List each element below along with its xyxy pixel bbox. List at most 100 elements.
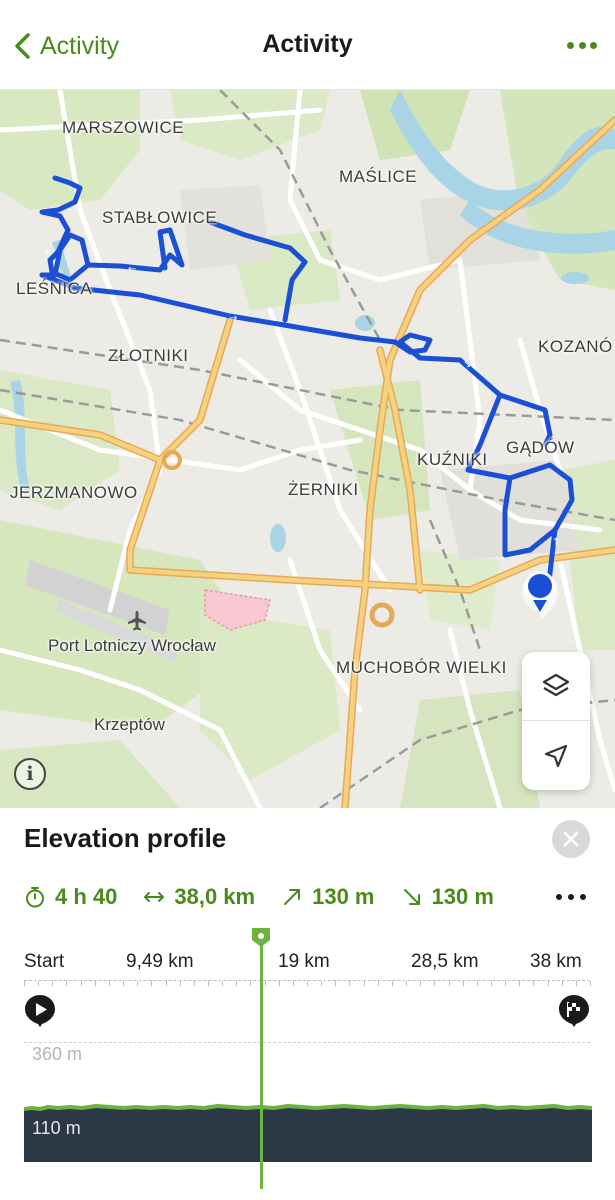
stat-distance: 38,0 km: [143, 884, 255, 910]
descent-value: 130 m: [431, 884, 494, 909]
map-label: Port Lotniczy Wrocław: [48, 636, 216, 655]
map-label: MARSZOWICE: [62, 118, 185, 137]
elevation-panel: Elevation profile 4 h 40 38,0 km 130 m 1…: [0, 808, 615, 1200]
duration-value: 4 h 40: [55, 884, 118, 909]
profile-cursor-line: [260, 934, 263, 1189]
axis-tick: [250, 981, 252, 986]
axis-tick: [505, 981, 507, 986]
axis-tick: [377, 981, 379, 986]
map-label: JERZMANOWO: [10, 483, 138, 502]
more-options-button[interactable]: [567, 34, 597, 56]
stat-ascent: 130 m: [281, 884, 375, 910]
ascent-arrow-icon: [284, 889, 301, 905]
axis-tick: [123, 981, 125, 986]
map-label: KOZANÓ: [538, 337, 613, 356]
axis-tick: [236, 981, 238, 986]
axis-tick: [292, 981, 294, 986]
map-label: ZŁOTNIKI: [108, 346, 189, 365]
axis-tick: [406, 981, 408, 986]
airplane-icon: [128, 611, 146, 631]
page-title: Activity: [262, 30, 353, 58]
info-icon[interactable]: i: [14, 758, 46, 790]
axis-tick: [307, 981, 308, 986]
axis-tick: [349, 981, 351, 986]
axis-tick: [547, 981, 549, 986]
distance-value: 38,0 km: [174, 884, 256, 909]
profile-cursor-handle[interactable]: [250, 926, 272, 948]
start-flag-icon: [25, 995, 55, 1027]
close-button[interactable]: [552, 820, 590, 858]
stopwatch-icon: [26, 887, 44, 908]
axis-tick: [321, 981, 323, 986]
axis-tick: [207, 981, 209, 986]
axis-tick: [519, 981, 521, 986]
distance-axis: Start 9,49 km 19 km 28,5 km 38 km: [24, 951, 592, 977]
elevation-gridline: [24, 1042, 590, 1043]
axis-tick: [193, 981, 195, 986]
layers-icon: [542, 673, 570, 697]
axis-tick: [335, 981, 337, 986]
axis-tick: [94, 981, 96, 986]
stat-descent: 130 m: [401, 884, 494, 910]
finish-flag-icon: [559, 995, 589, 1027]
axis-tick: [80, 981, 82, 986]
elevation-min-label: 110 m: [32, 1118, 81, 1138]
axis-ticks: [24, 981, 591, 987]
axis-tick: [264, 981, 266, 986]
axis-tick: [391, 981, 393, 986]
svg-text:↑: ↑: [552, 537, 560, 548]
locate-me-button[interactable]: [522, 721, 590, 790]
svg-text:→: →: [229, 313, 237, 324]
elevation-profile-chart: [24, 1104, 592, 1162]
axis-tick: [66, 981, 68, 986]
map-label: Krzeptów: [94, 715, 165, 734]
map-view[interactable]: → ← ↘ ↓ ↑ MARSZOWICE MAŚLICE STABŁOWICE …: [0, 90, 615, 808]
axis-tick-label: 28,5 km: [411, 951, 479, 972]
axis-tick: [434, 981, 436, 986]
more-horizontal-icon: [567, 41, 574, 49]
axis-tick: [24, 981, 25, 986]
axis-tick-label: 9,49 km: [126, 951, 194, 972]
axis-tick: [151, 981, 153, 986]
navigation-arrow-icon: [544, 744, 568, 767]
map-label: KUŹNIKI: [417, 450, 488, 469]
map-label: LEŚNICA: [16, 279, 93, 298]
map-label: ŻERNIKI: [288, 480, 359, 499]
axis-tick: [108, 981, 110, 986]
axis-tick: [165, 981, 167, 986]
axis-tick: [278, 981, 280, 986]
ascent-value: 130 m: [312, 884, 375, 909]
axis-tick: [575, 981, 577, 986]
stats-more-button[interactable]: [556, 892, 586, 902]
axis-tick: [590, 981, 591, 986]
axis-tick: [222, 981, 224, 986]
axis-tick: [179, 981, 181, 986]
map-label: MAŚLICE: [339, 167, 418, 186]
axis-tick: [533, 981, 535, 986]
axis-tick: [52, 981, 54, 986]
panel-title: Elevation profile: [24, 823, 227, 853]
axis-tick: [363, 981, 365, 986]
descent-arrow-icon: [403, 889, 420, 905]
distance-arrows-icon: [144, 892, 165, 902]
svg-text:←: ←: [128, 264, 136, 275]
stats-row: 4 h 40 38,0 km 130 m 130 m: [24, 882, 520, 912]
axis-tick-label: 38 km: [530, 951, 582, 972]
map-label: GĄDÓW: [506, 438, 575, 457]
map-controls: [522, 652, 590, 790]
axis-tick: [38, 981, 40, 986]
top-nav-bar: Activity Activity: [0, 0, 615, 90]
axis-tick: [490, 981, 492, 986]
map-layers-button[interactable]: [522, 652, 590, 721]
axis-tick: [448, 981, 450, 986]
more-horizontal-icon: [556, 894, 562, 900]
svg-text:↘: ↘: [463, 359, 471, 370]
axis-tick: [462, 981, 464, 986]
stat-duration: 4 h 40: [24, 884, 117, 910]
axis-tick-label: 19 km: [278, 951, 330, 972]
axis-tick: [137, 981, 139, 986]
elevation-max-label: 360 m: [32, 1044, 83, 1064]
map-label: STABŁOWICE: [102, 208, 218, 227]
axis-tick-label: Start: [24, 951, 65, 972]
svg-text:↓: ↓: [43, 246, 51, 257]
